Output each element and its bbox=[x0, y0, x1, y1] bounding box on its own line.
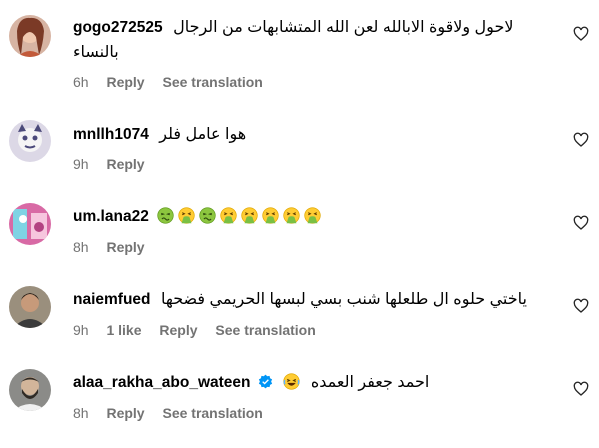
avatar[interactable] bbox=[9, 203, 51, 245]
comment-text: ياختي حلوه ال طلعلها شنب بسي لبسها الحري… bbox=[160, 291, 527, 308]
like-count[interactable]: 1 like bbox=[106, 322, 141, 338]
heart-icon[interactable] bbox=[573, 298, 589, 314]
comment-username[interactable]: mnllh1074 bbox=[73, 126, 149, 143]
comment-username[interactable]: gogo272525 bbox=[73, 19, 163, 36]
see-translation-button[interactable]: See translation bbox=[215, 322, 315, 338]
comment-time: 9h bbox=[73, 156, 89, 172]
reply-button[interactable]: Reply bbox=[106, 239, 144, 255]
nauseated-face-icon bbox=[199, 207, 216, 224]
comment-time: 8h bbox=[73, 405, 89, 421]
see-translation-button[interactable]: See translation bbox=[162, 405, 262, 421]
verified-badge-icon bbox=[258, 374, 273, 389]
comment-time: 6h bbox=[73, 74, 89, 90]
reply-button[interactable]: Reply bbox=[106, 405, 144, 421]
comment-text: هوا عامل فلر bbox=[159, 126, 247, 143]
emoji-row bbox=[153, 207, 321, 225]
reply-button[interactable]: Reply bbox=[159, 322, 197, 338]
see-translation-button[interactable]: See translation bbox=[162, 74, 262, 90]
comment-text: احمد جعفر العمده bbox=[310, 374, 430, 391]
heart-icon[interactable] bbox=[573, 26, 589, 42]
vomiting-face-icon bbox=[220, 207, 237, 224]
avatar[interactable] bbox=[9, 369, 51, 411]
vomiting-face-icon bbox=[241, 207, 258, 224]
comment-time: 9h bbox=[73, 322, 89, 338]
heart-icon[interactable] bbox=[573, 215, 589, 231]
vomiting-face-icon bbox=[283, 207, 300, 224]
laughing-face-icon bbox=[283, 373, 301, 390]
reply-button[interactable]: Reply bbox=[106, 74, 144, 90]
comment-username[interactable]: naiemfued bbox=[73, 291, 151, 308]
avatar[interactable] bbox=[9, 286, 51, 328]
nauseated-face-icon bbox=[157, 207, 174, 224]
comment-text-continued: بالنساء bbox=[73, 44, 119, 61]
comment-username[interactable]: alaa_rakha_abo_wateen bbox=[73, 374, 251, 391]
heart-icon[interactable] bbox=[573, 381, 589, 397]
vomiting-face-icon bbox=[178, 207, 195, 224]
comment-text: لاحول ولاقوة الابالله لعن الله المتشابها… bbox=[173, 19, 514, 36]
comment-username[interactable]: um.lana22 bbox=[73, 208, 149, 225]
avatar[interactable] bbox=[9, 15, 51, 57]
reply-button[interactable]: Reply bbox=[106, 156, 144, 172]
vomiting-face-icon bbox=[304, 207, 321, 224]
vomiting-face-icon bbox=[262, 207, 279, 224]
heart-icon[interactable] bbox=[573, 132, 589, 148]
avatar[interactable] bbox=[9, 120, 51, 162]
comment-time: 8h bbox=[73, 239, 89, 255]
